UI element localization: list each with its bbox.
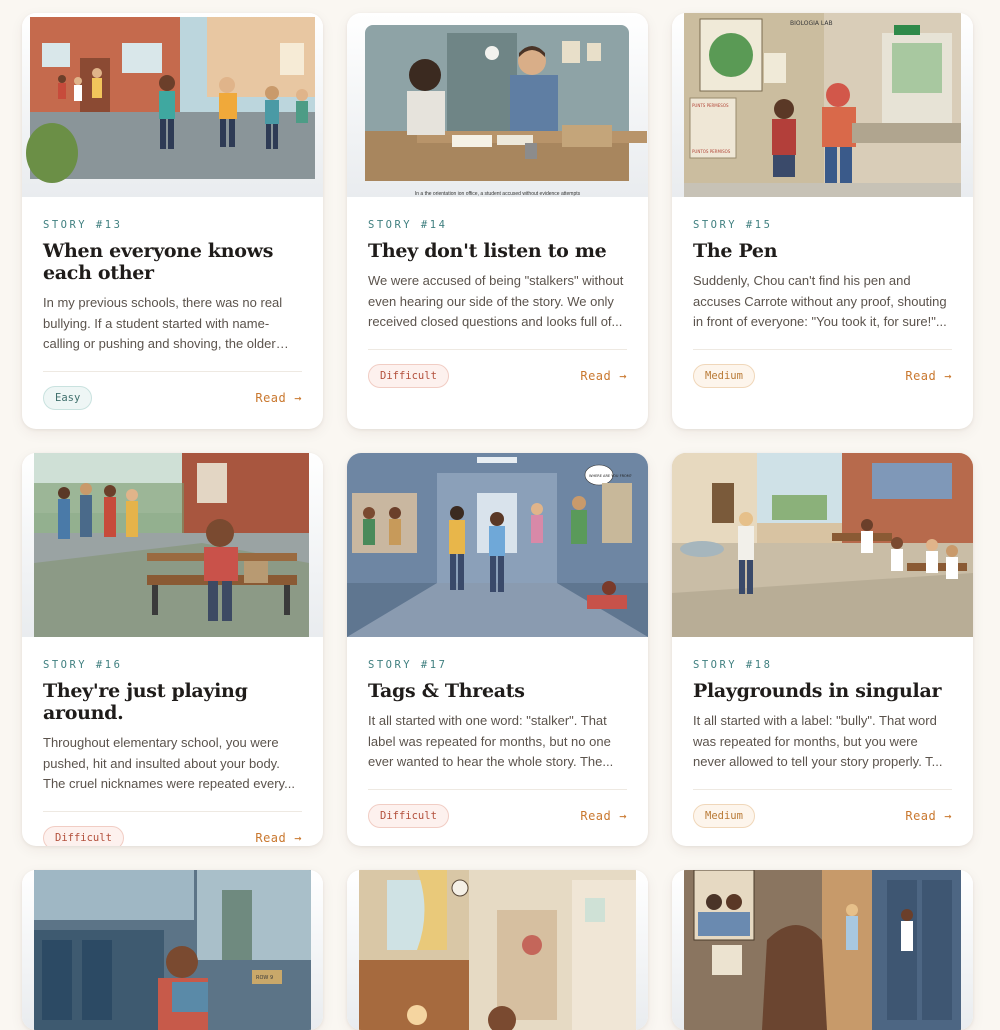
- biology-lab-illustration: BIOLOGIA LAB PUNTS PERMESOS PUNTOS PERMI…: [672, 13, 973, 197]
- story-number: STORY #15: [693, 219, 773, 231]
- read-label: Read: [905, 369, 937, 383]
- story-number: STORY #13: [43, 219, 123, 231]
- arrow-right-icon: →: [944, 809, 952, 823]
- row-sign: ROW 9: [256, 975, 273, 981]
- story-title[interactable]: They're just playing around.: [43, 680, 302, 724]
- svg-text:PUNTOS PERMISOS: PUNTOS PERMISOS: [692, 149, 731, 154]
- hallway-illustration: WHERE ARE YOU FROM?: [347, 453, 648, 637]
- story-excerpt: Suddenly, Chou can't find his pen and ac…: [693, 273, 947, 329]
- story-grid: STORY #13 When everyone knows each other…: [22, 13, 973, 1030]
- story-title[interactable]: Tags & Threats: [368, 680, 627, 702]
- schoolyard-illustration: [22, 13, 323, 197]
- read-label: Read: [255, 391, 287, 405]
- arrow-right-icon: →: [619, 809, 627, 823]
- story-card[interactable]: In a the orientation ion office, a stude…: [347, 13, 648, 429]
- story-title[interactable]: They don't listen to me: [368, 240, 627, 262]
- story-card[interactable]: BIOLOGIA LAB PUNTS PERMESOS PUNTOS PERMI…: [672, 13, 973, 429]
- story-number: STORY #18: [693, 659, 773, 671]
- read-link[interactable]: Read →: [255, 391, 302, 405]
- story-title[interactable]: The Pen: [693, 240, 952, 262]
- orientation-office-illustration: In a the orientation ion office, a stude…: [347, 13, 648, 197]
- read-label: Read: [905, 809, 937, 823]
- arrow-right-icon: →: [944, 369, 952, 383]
- story-card[interactable]: WHERE ARE YOU FROM? STORY #17 Tags & Thr…: [347, 453, 648, 846]
- arrow-right-icon: →: [619, 369, 627, 383]
- bus-illustration: ROW 9: [22, 870, 323, 1030]
- story-excerpt: We were accused of being "stalkers" with…: [368, 273, 624, 329]
- speech-bubble: WHERE ARE YOU FROM?: [589, 474, 632, 478]
- courtyard-illustration: [672, 453, 973, 637]
- bench-alone-illustration: [22, 453, 323, 637]
- difficulty-badge: Difficult: [368, 804, 449, 828]
- story-excerpt: In my previous schools, there was no rea…: [43, 295, 283, 351]
- read-link[interactable]: Read →: [905, 809, 952, 823]
- read-link[interactable]: Read →: [580, 809, 627, 823]
- story-number: STORY #16: [43, 659, 123, 671]
- story-card[interactable]: ROW 9: [22, 870, 323, 1030]
- arrow-right-icon: →: [294, 391, 302, 405]
- read-link[interactable]: Read →: [580, 369, 627, 383]
- story-number: STORY #17: [368, 659, 448, 671]
- difficulty-badge: Medium: [693, 364, 755, 388]
- kitchen-illustration: [347, 870, 648, 1030]
- read-label: Read: [580, 369, 612, 383]
- story-excerpt: It all started with a label: "bully". Th…: [693, 713, 943, 769]
- story-card[interactable]: [672, 870, 973, 1030]
- story-excerpt: It all started with one word: "stalker".…: [368, 713, 614, 769]
- story-card[interactable]: STORY #13 When everyone knows each other…: [22, 13, 323, 429]
- locker-hallway-illustration: [672, 870, 973, 1030]
- difficulty-badge: Medium: [693, 804, 755, 828]
- read-link[interactable]: Read →: [255, 831, 302, 845]
- lab-sign: BIOLOGIA LAB: [790, 20, 833, 27]
- difficulty-badge: Easy: [43, 386, 93, 410]
- story-card[interactable]: [347, 870, 648, 1030]
- read-label: Read: [580, 809, 612, 823]
- story-card[interactable]: STORY #16 They're just playing around. T…: [22, 453, 323, 846]
- story-title[interactable]: When everyone knows each other: [43, 240, 302, 284]
- difficulty-badge: Difficult: [368, 364, 449, 388]
- difficulty-badge: Difficult: [43, 826, 124, 846]
- story-title[interactable]: Playgrounds in singular: [693, 680, 952, 702]
- story-number: STORY #14: [368, 219, 448, 231]
- story-card[interactable]: STORY #18 Playgrounds in singular It all…: [672, 453, 973, 846]
- story-excerpt: Throughout elementary school, you were p…: [43, 735, 295, 791]
- read-link[interactable]: Read →: [905, 369, 952, 383]
- read-label: Read: [255, 831, 287, 845]
- arrow-right-icon: →: [294, 831, 302, 845]
- svg-text:PUNTS PERMESOS: PUNTS PERMESOS: [692, 103, 729, 108]
- image-caption: In a the orientation ion office, a stude…: [414, 191, 581, 197]
